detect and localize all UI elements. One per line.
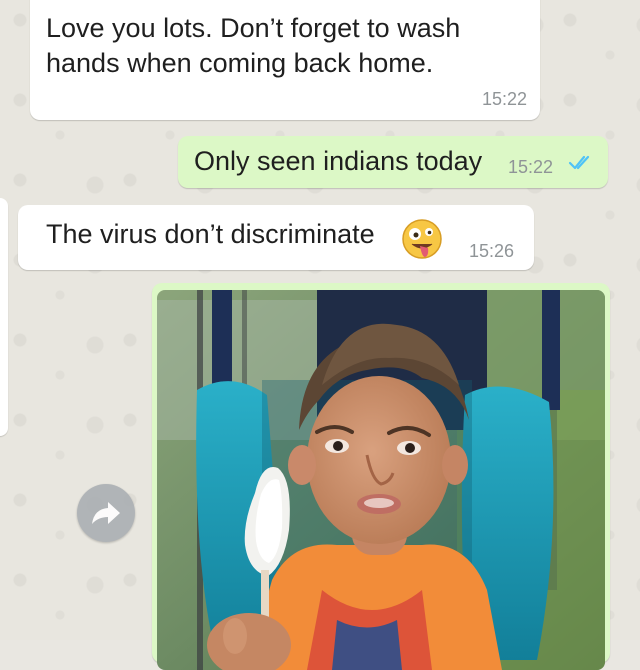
message-timestamp: 15:22	[508, 157, 554, 177]
forward-button[interactable]	[77, 484, 135, 542]
incoming-message-bubble[interactable]: The virus don’t discriminate 15:26	[18, 205, 534, 270]
message-text: Love you lots. Don’t forget to wash hand…	[46, 13, 468, 78]
outgoing-photo-bubble[interactable]	[152, 283, 610, 670]
incoming-message-bubble[interactable]: Love you lots. Don’t forget to wash hand…	[30, 0, 540, 120]
message-timestamp: 15:22	[481, 89, 527, 109]
forward-arrow-icon	[92, 502, 120, 524]
outgoing-message-bubble[interactable]: Only seen indians today 15:22	[178, 136, 608, 188]
child-popsicle-photo[interactable]	[157, 290, 605, 670]
zany-face-emoji	[402, 219, 442, 259]
double-check-read-icon	[568, 155, 590, 170]
message-text: The virus don’t discriminate	[46, 219, 375, 249]
message-text: Only seen indians today	[194, 146, 483, 176]
partial-message-bubble[interactable]	[0, 198, 8, 436]
message-timestamp: 15:26	[469, 241, 515, 261]
